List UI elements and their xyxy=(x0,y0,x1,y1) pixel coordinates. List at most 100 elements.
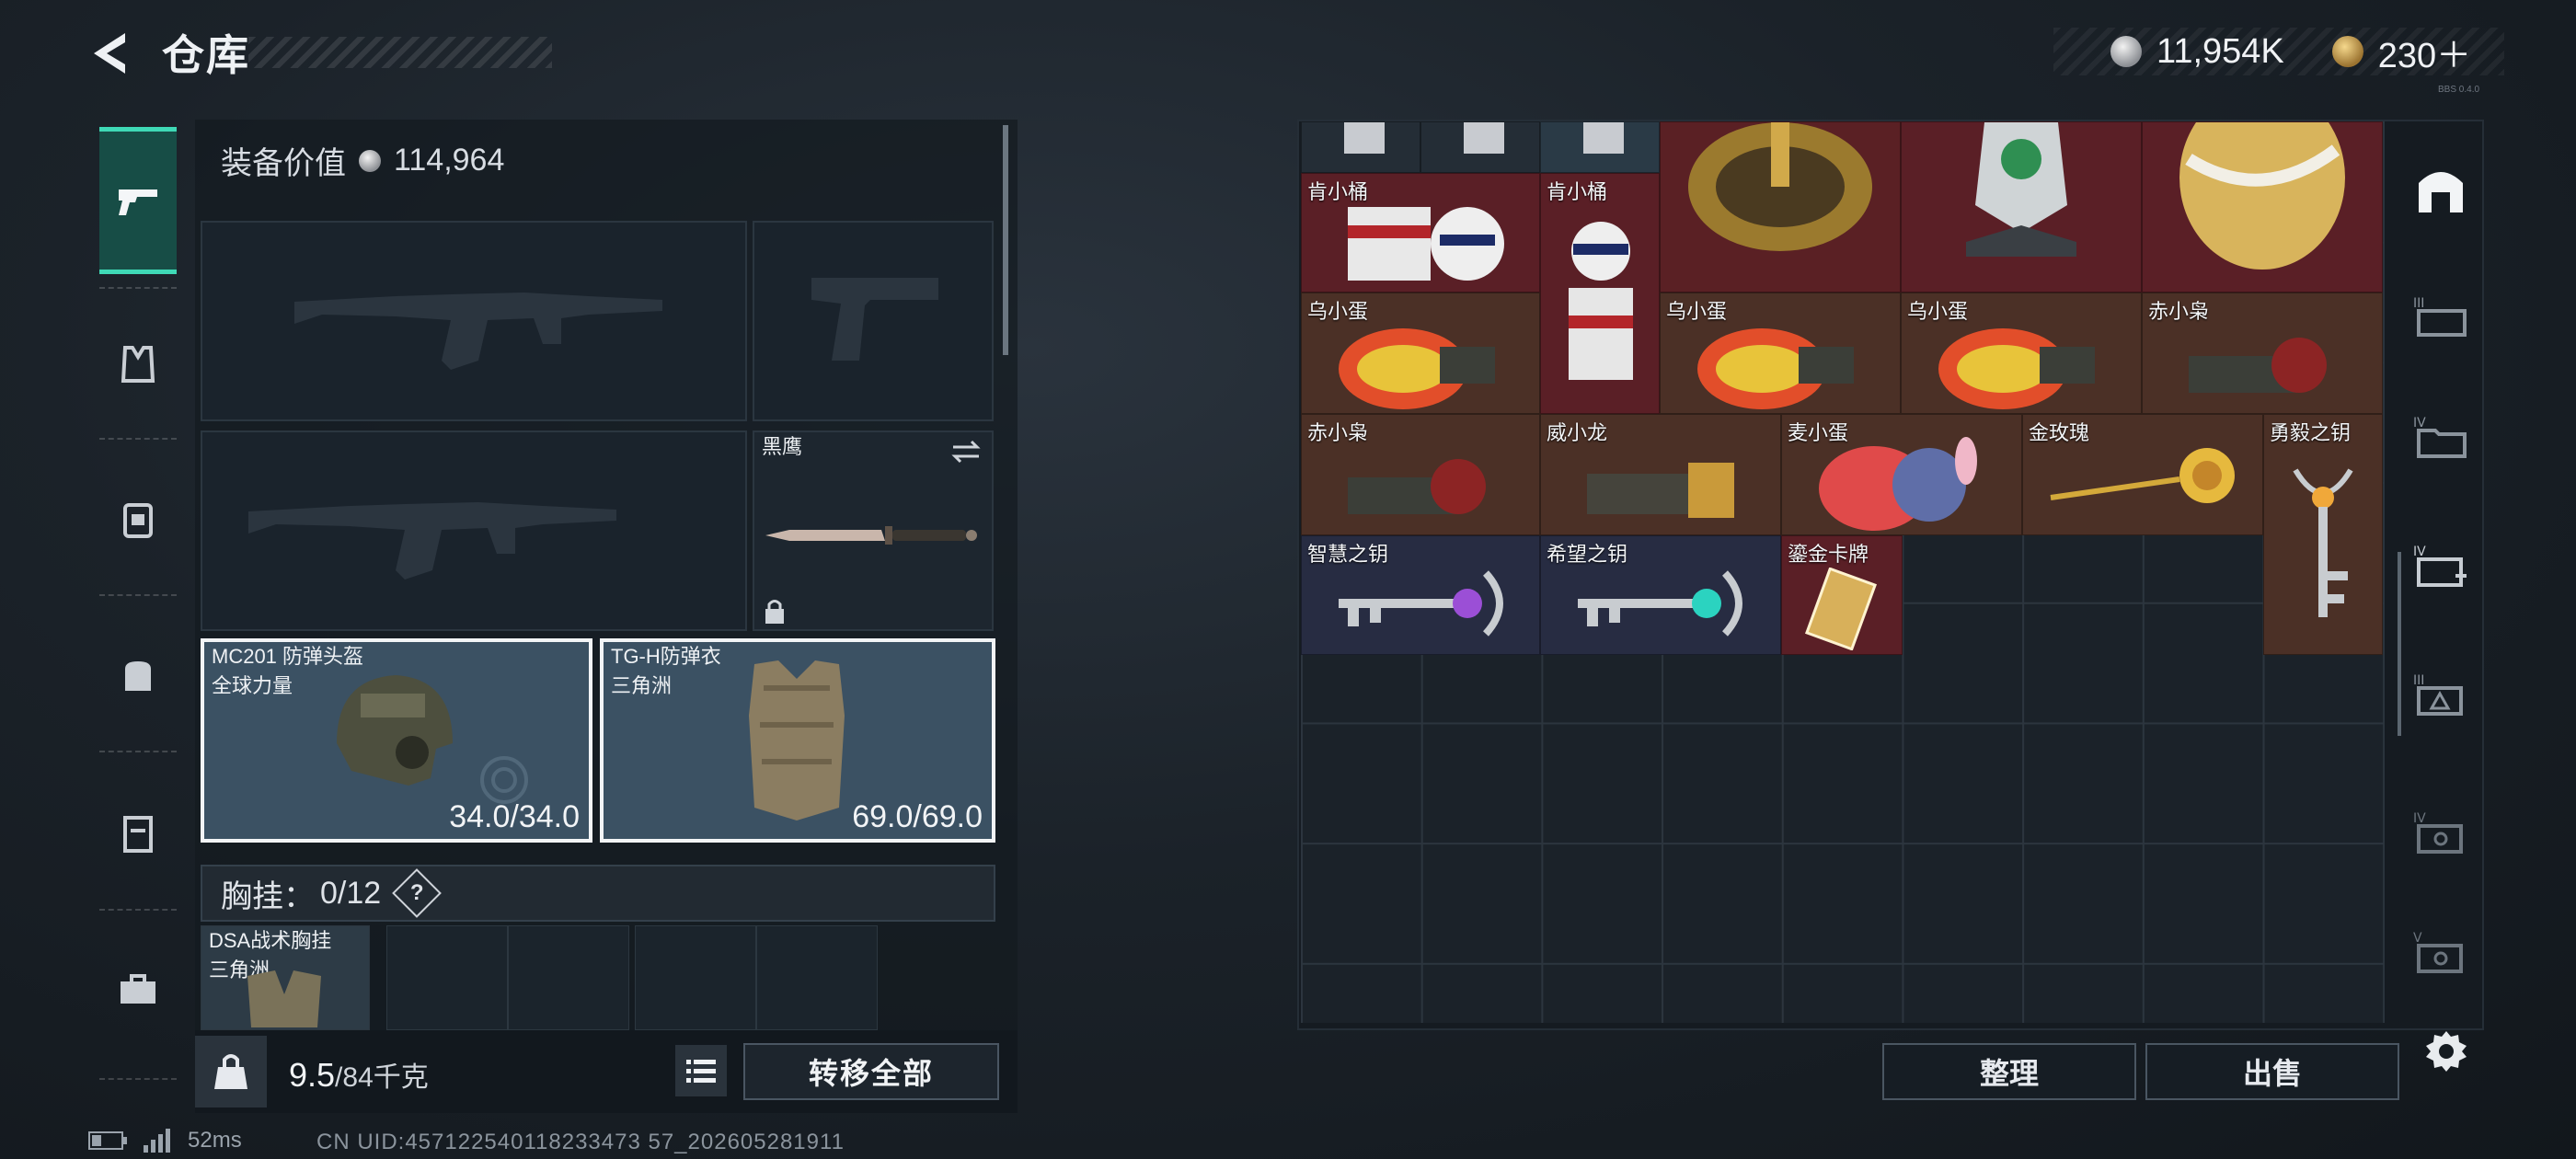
swap-icon[interactable] xyxy=(949,438,983,465)
list-view-button[interactable] xyxy=(675,1045,727,1096)
storage-item-partial[interactable] xyxy=(1301,121,1420,173)
list-icon xyxy=(686,1060,716,1083)
knife-icon xyxy=(765,526,977,545)
settings-button[interactable] xyxy=(2416,1021,2477,1082)
helmet-durability: 34.0/34.0 xyxy=(449,799,580,834)
tab-storage-iv-medkit[interactable]: IV xyxy=(2409,534,2473,598)
back-arrow-icon xyxy=(94,33,125,74)
storage-item[interactable]: 赤小枭 xyxy=(2142,293,2383,414)
chest-rig-empty-cell[interactable] xyxy=(508,925,629,1030)
storage-item[interactable]: 麦小蛋 xyxy=(1781,414,2022,535)
storage-item[interactable]: 肯小桶 xyxy=(1301,173,1540,293)
storage-item[interactable]: 智慧之钥 xyxy=(1301,535,1540,655)
svg-text:III: III xyxy=(2413,296,2424,311)
svg-text:III: III xyxy=(2413,673,2424,688)
user-uid: CN UID:457122540118233473 57_20260528191… xyxy=(316,1130,845,1154)
card-icon xyxy=(1464,122,1504,154)
item-name: 肯小桶 xyxy=(1547,180,1608,203)
tab-container[interactable] xyxy=(99,760,177,907)
tab-armor[interactable] xyxy=(99,291,177,438)
sort-button[interactable]: 整理 xyxy=(1882,1043,2136,1100)
help-button[interactable]: ? xyxy=(392,868,443,918)
egg-mascot-icon xyxy=(1938,328,2095,409)
title-decoration xyxy=(248,37,552,68)
weight-lock-button[interactable] xyxy=(195,1036,267,1107)
storage-item[interactable]: 肯小桶 xyxy=(1540,173,1660,414)
storage-item-golden-egg[interactable] xyxy=(2142,121,2383,293)
card-icon xyxy=(1583,122,1624,154)
helmet-faction: 全球力量 xyxy=(212,674,293,697)
chest-rig-item[interactable]: DSA战术胸挂 三角洲 xyxy=(201,925,370,1030)
vest-icon xyxy=(121,346,155,383)
sell-button[interactable]: 出售 xyxy=(2145,1043,2399,1100)
storage-item[interactable]: 金玫瑰 xyxy=(2022,414,2263,535)
primary-weapon-slot[interactable] xyxy=(201,221,747,421)
tab-all-storage[interactable] xyxy=(2409,156,2473,221)
tab-weapons[interactable] xyxy=(99,127,177,274)
container-icon xyxy=(123,816,153,853)
svg-text:IV: IV xyxy=(2413,545,2426,559)
helmet-slot[interactable]: MC201 防弹头盔 全球力量 34.0/34.0 xyxy=(201,638,592,843)
storage-scrollbar[interactable] xyxy=(2398,552,2401,736)
backpack-icon xyxy=(123,503,153,538)
tab-storage-iv-folder[interactable]: IV xyxy=(2409,405,2473,469)
storage-item[interactable]: 乌小蛋 xyxy=(1660,293,1901,414)
tab-storage-iii-tower[interactable]: III xyxy=(2409,662,2473,727)
tab-backpack[interactable] xyxy=(99,602,177,749)
mascot-bucket-icon xyxy=(1348,207,1504,281)
chest-rig-icon xyxy=(247,970,321,1027)
storage-item-partial[interactable] xyxy=(1540,121,1660,173)
carry-weight: 9.5/84千克 xyxy=(289,1054,429,1095)
tab-storage-v-safe[interactable]: V xyxy=(2409,920,2473,984)
chest-rig-header: 胸挂： 0/12 ? xyxy=(201,865,995,922)
key-icon xyxy=(2293,468,2353,617)
item-name: 勇毅之钥 xyxy=(2270,421,2352,444)
key-icon xyxy=(1339,570,1503,637)
equipment-value-label: 装备价值 xyxy=(221,146,346,181)
body-armor-slot[interactable]: TG-H防弹衣 三角洲 69.0/69.0 xyxy=(600,638,995,843)
storage-item-partial[interactable] xyxy=(1420,121,1540,173)
pistol-slot[interactable] xyxy=(753,221,994,421)
carry-weight-current: 9.5 xyxy=(289,1056,336,1094)
item-name: 鎏金卡牌 xyxy=(1788,543,1869,566)
storage-item[interactable]: 希望之钥 xyxy=(1540,535,1781,655)
version-tag: BBS 0.4.0 xyxy=(2438,85,2480,95)
storage-item-trophy[interactable] xyxy=(1901,121,2142,293)
key-icon xyxy=(1578,570,1742,637)
storage-item[interactable]: 威小龙 xyxy=(1540,414,1781,535)
card-icon xyxy=(1344,122,1385,154)
chest-rig-empty-cell[interactable] xyxy=(635,925,756,1030)
owl-mascot-icon xyxy=(2189,338,2327,393)
storage-item-gold-dial[interactable] xyxy=(1660,121,1901,293)
tab-case[interactable] xyxy=(99,916,177,1063)
back-button[interactable] xyxy=(85,26,136,81)
chest-rig-capacity: 0/12 xyxy=(320,875,382,911)
egg-mascot-icon xyxy=(1339,328,1495,409)
gun-icon xyxy=(119,189,157,215)
rifle-silhouette-icon xyxy=(248,502,616,580)
storage-item[interactable]: 乌小蛋 xyxy=(1901,293,2142,414)
melee-slot[interactable]: 黑鹰 xyxy=(753,430,994,631)
gold-amount[interactable]: 230＋ xyxy=(2378,27,2471,77)
tab-storage-iii-case[interactable]: III xyxy=(2409,285,2473,350)
carry-weight-max: /84千克 xyxy=(335,1062,429,1093)
chest-rig-empty-cell[interactable] xyxy=(756,925,878,1030)
III-case-icon: III xyxy=(2413,296,2467,337)
IV-medkit-icon: IV xyxy=(2413,545,2467,587)
secondary-weapon-slot[interactable] xyxy=(201,430,747,631)
storage-item[interactable]: 赤小枭 xyxy=(1301,414,1540,535)
chest-rig-empty-cell[interactable] xyxy=(386,925,508,1030)
weight-icon xyxy=(214,1054,247,1089)
storage-item[interactable]: 鎏金卡牌 xyxy=(1781,535,1903,655)
storage-item[interactable]: 勇毅之钥 xyxy=(2263,414,2383,655)
III-tower-icon: III xyxy=(2413,673,2463,716)
tab-chest-rig[interactable] xyxy=(99,445,177,592)
svg-text:IV: IV xyxy=(2413,811,2426,826)
page-title: 仓库 xyxy=(162,31,250,79)
equipment-value: 装备价值 114,964 xyxy=(221,138,504,183)
tab-storage-iv-safe[interactable]: IV xyxy=(2409,800,2473,865)
equipment-scrollbar[interactable] xyxy=(1003,125,1008,355)
storage-item[interactable]: 乌小蛋 xyxy=(1301,293,1540,414)
transfer-all-button[interactable]: 转移全部 xyxy=(743,1043,999,1100)
golden-egg-icon xyxy=(2179,122,2345,270)
